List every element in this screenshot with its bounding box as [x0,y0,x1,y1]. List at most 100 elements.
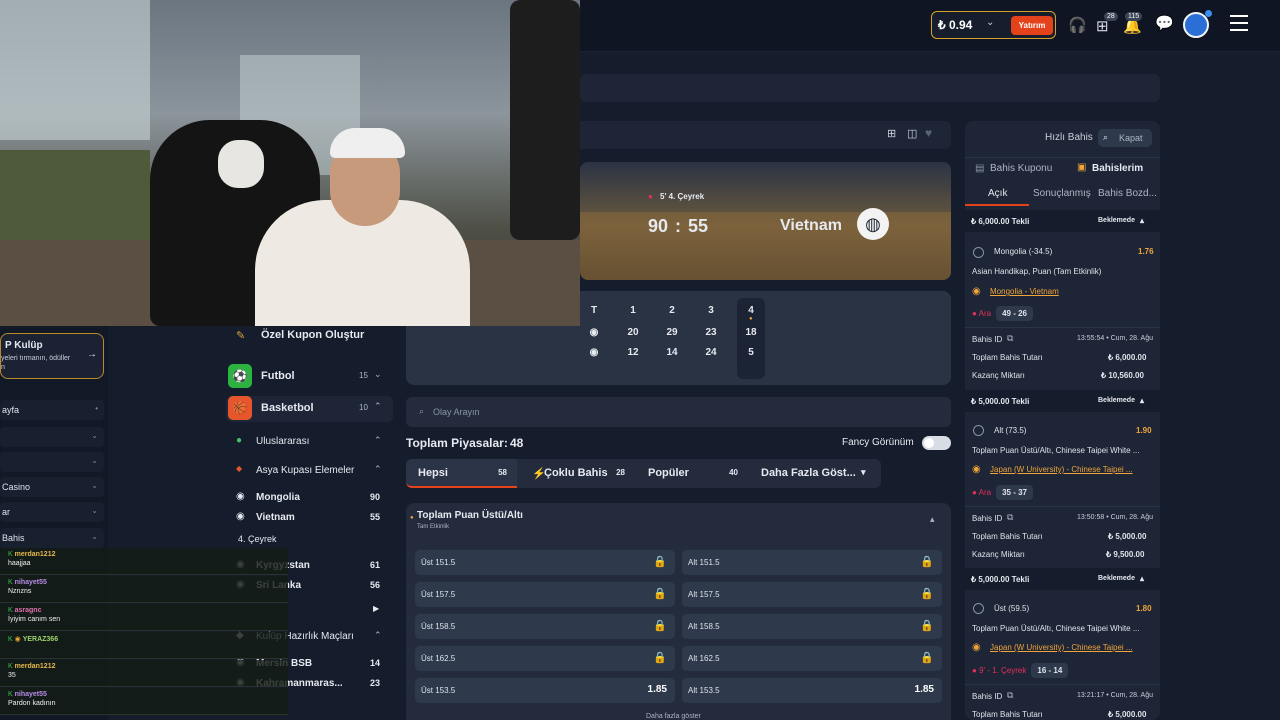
lock-icon: 🔒 [653,588,667,600]
play-icon[interactable]: ▶ [373,604,379,613]
tab-all[interactable]: Hepsi 58 [406,459,517,488]
chevron-down-icon[interactable]: ⌄ [986,17,994,28]
vip-club-card[interactable]: P Kulüp yeleri tırmanın, ödüller n → [0,333,104,379]
chat-username: merdan1212 [14,663,56,670]
tab-bet-coupon[interactable]: Bahis Kuponu [990,163,1052,174]
search-placeholder: Olay Arayın [433,407,480,417]
vip-desc-2: n [1,364,5,371]
chevron-up-icon[interactable]: ▴ [930,514,935,525]
chevron-up-icon: ⌃ [374,464,382,474]
odds-label: Alt 153.5 [688,686,720,695]
subtab-cashout[interactable]: Bahis Bozd... [1098,188,1157,199]
headset-icon[interactable]: 🎧 [1068,16,1087,34]
tab-more[interactable]: Daha Fazla Göst... ▾ [749,459,881,488]
copy-icon[interactable]: ⧉ [1007,333,1013,344]
chat-username: YERAZ366 [22,636,59,643]
bet-time: 13:55:54 • Cum, 28. Ağu [1077,335,1154,342]
bet-time: 13:21:17 • Cum, 28. Ağu [1077,692,1154,699]
odds-cell-under[interactable]: Alt 153.5 1.85 [682,678,942,703]
odds-value: 1.85 [914,684,934,695]
odds-cell-over[interactable]: Üst 157.5 🔒 [415,582,675,607]
team-name: Mongolia [256,492,300,503]
lock-icon: 🔒 [920,620,934,632]
odds-cell-under[interactable]: Alt 151.5 🔒 [682,550,942,575]
divider [965,684,1160,685]
market-dot: ● [410,515,414,521]
quarter-score: 14 [666,347,678,358]
copy-icon[interactable]: ⧉ [1007,690,1013,701]
bet-header[interactable]: ₺ 5,000.00 Tekli Beklemede ▴ [965,568,1160,590]
win-value: ₺ 9,500.00 [1106,550,1145,559]
bet-event-link[interactable]: Japan (W University) - Chinese Taipei ..… [990,643,1160,652]
quarter-score: 12 [627,347,639,358]
bet-header[interactable]: ₺ 6,000.00 Tekli Beklemede ▴ [965,210,1160,232]
chevron-up-icon: ▴ [1140,396,1145,405]
sidebar-item-2[interactable]: ⌄ [0,427,104,447]
selection-radio [973,425,984,436]
fancy-view-toggle[interactable] [922,436,951,450]
lock-icon: 🔒 [653,652,667,664]
deposit-button[interactable]: Yatırım [1011,16,1053,35]
sidebar-item-label: ar [2,507,11,517]
sidebar-item-3[interactable]: ⌄ [0,452,104,472]
sport-football[interactable]: ⚽ Futbol 15 ⌄ [226,364,393,390]
total-markets-count: 48 [510,436,524,450]
stake-value: ₺ 6,000.00 [1108,353,1147,362]
team-row[interactable]: ◉ Mongolia 90 [226,488,393,508]
basketball-icon: ◉ [972,642,981,653]
odds-cell-under[interactable]: Alt 157.5 🔒 [682,582,942,607]
bet-market: Toplam Puan Üstü/Altı, Chinese Taipei Wh… [972,446,1140,455]
live-period-label: 4. Çeyrek [238,534,277,544]
tab-popular[interactable]: Popüler 40 [636,459,748,488]
chevron-up-icon: ▴ [1140,216,1145,225]
custom-coupon-button[interactable]: ✎ Özel Kupon Oluştur [226,325,393,347]
tab-label: Hepsi [418,467,448,479]
flag-icon: ◆ [236,464,243,473]
team-row[interactable]: ◉ Vietnam 55 [226,508,393,528]
quarter-header: T [590,305,598,316]
balance-widget[interactable]: ₺ 0.94 ⌄ Yatırım [931,11,1056,39]
show-more-link[interactable]: Daha fazla göster [646,713,701,720]
toggle-knob [924,438,934,448]
subtab-settled[interactable]: Sonuçlanmış [1033,188,1091,199]
sidebar-item-casino[interactable]: Casino ⌄ [0,477,104,497]
category-international[interactable]: ● Uluslararası ⌃ [226,432,393,452]
league-asia-cup[interactable]: ◆ Asya Kupası Elemeler ⌃ [226,461,393,481]
chat-bubble-icon[interactable]: 💬 [1155,14,1174,32]
odds-cell-over[interactable]: Üst 158.5 🔒 [415,614,675,639]
event-search-input[interactable]: ⌕ Olay Arayın [406,397,951,427]
odds-cell-over[interactable]: Üst 162.5 🔒 [415,646,675,671]
odds-cell-under[interactable]: Alt 162.5 🔒 [682,646,942,671]
grid-view-icon[interactable]: ⊞ [887,127,896,140]
bet-header-label: ₺ 5,000.00 Tekli [971,575,1030,584]
white-cap [330,128,405,158]
split-view-icon[interactable]: ◫ [907,127,917,140]
sidebar-item-page[interactable]: ayfa • [0,400,104,420]
odds-cell-under[interactable]: Alt 158.5 🔒 [682,614,942,639]
selection-radio [973,247,984,258]
quarter-score: 5 [748,347,754,358]
tab-my-bets[interactable]: Bahislerim [1092,163,1143,174]
bet-header[interactable]: ₺ 5,000.00 Tekli Beklemede ▴ [965,390,1160,412]
sport-basketball[interactable]: 🏀 Basketbol 10 ⌃ [226,396,393,422]
sidebar-item-bahis[interactable]: Bahis ⌄ [0,528,104,548]
menu-icon[interactable] [1230,15,1248,36]
balance-amount: ₺ 0.94 [938,18,973,32]
bet-event-link[interactable]: Mongolia - Vietnam [990,287,1160,296]
tab-label: Çoklu Bahis [544,467,608,479]
subtab-open[interactable]: Açık [988,188,1007,199]
bet-selection: Mongolia (-34.5) [994,247,1053,256]
quick-bet-close-button[interactable]: ⌕ Kapat [1098,129,1152,147]
odds-cell-over[interactable]: Üst 153.5 1.85 [415,678,675,703]
chevron-up-icon: ⌃ [374,401,382,411]
fancy-view-label: Fancy Görünüm [842,437,914,448]
lightning-icon: ⚡ [532,468,546,480]
copy-icon[interactable]: ⧉ [1007,512,1013,523]
sidebar-item-5[interactable]: ar ⌄ [0,502,104,522]
divider [965,327,1160,328]
heart-icon[interactable]: ♥ [925,126,932,140]
bet-event-link[interactable]: Japan (W University) - Chinese Taipei ..… [990,465,1160,474]
tab-multi-bet[interactable]: ⚡ Çoklu Bahis 28 [518,459,635,488]
odds-cell-over[interactable]: Üst 151.5 🔒 [415,550,675,575]
notification-badge: 115 [1125,12,1143,21]
